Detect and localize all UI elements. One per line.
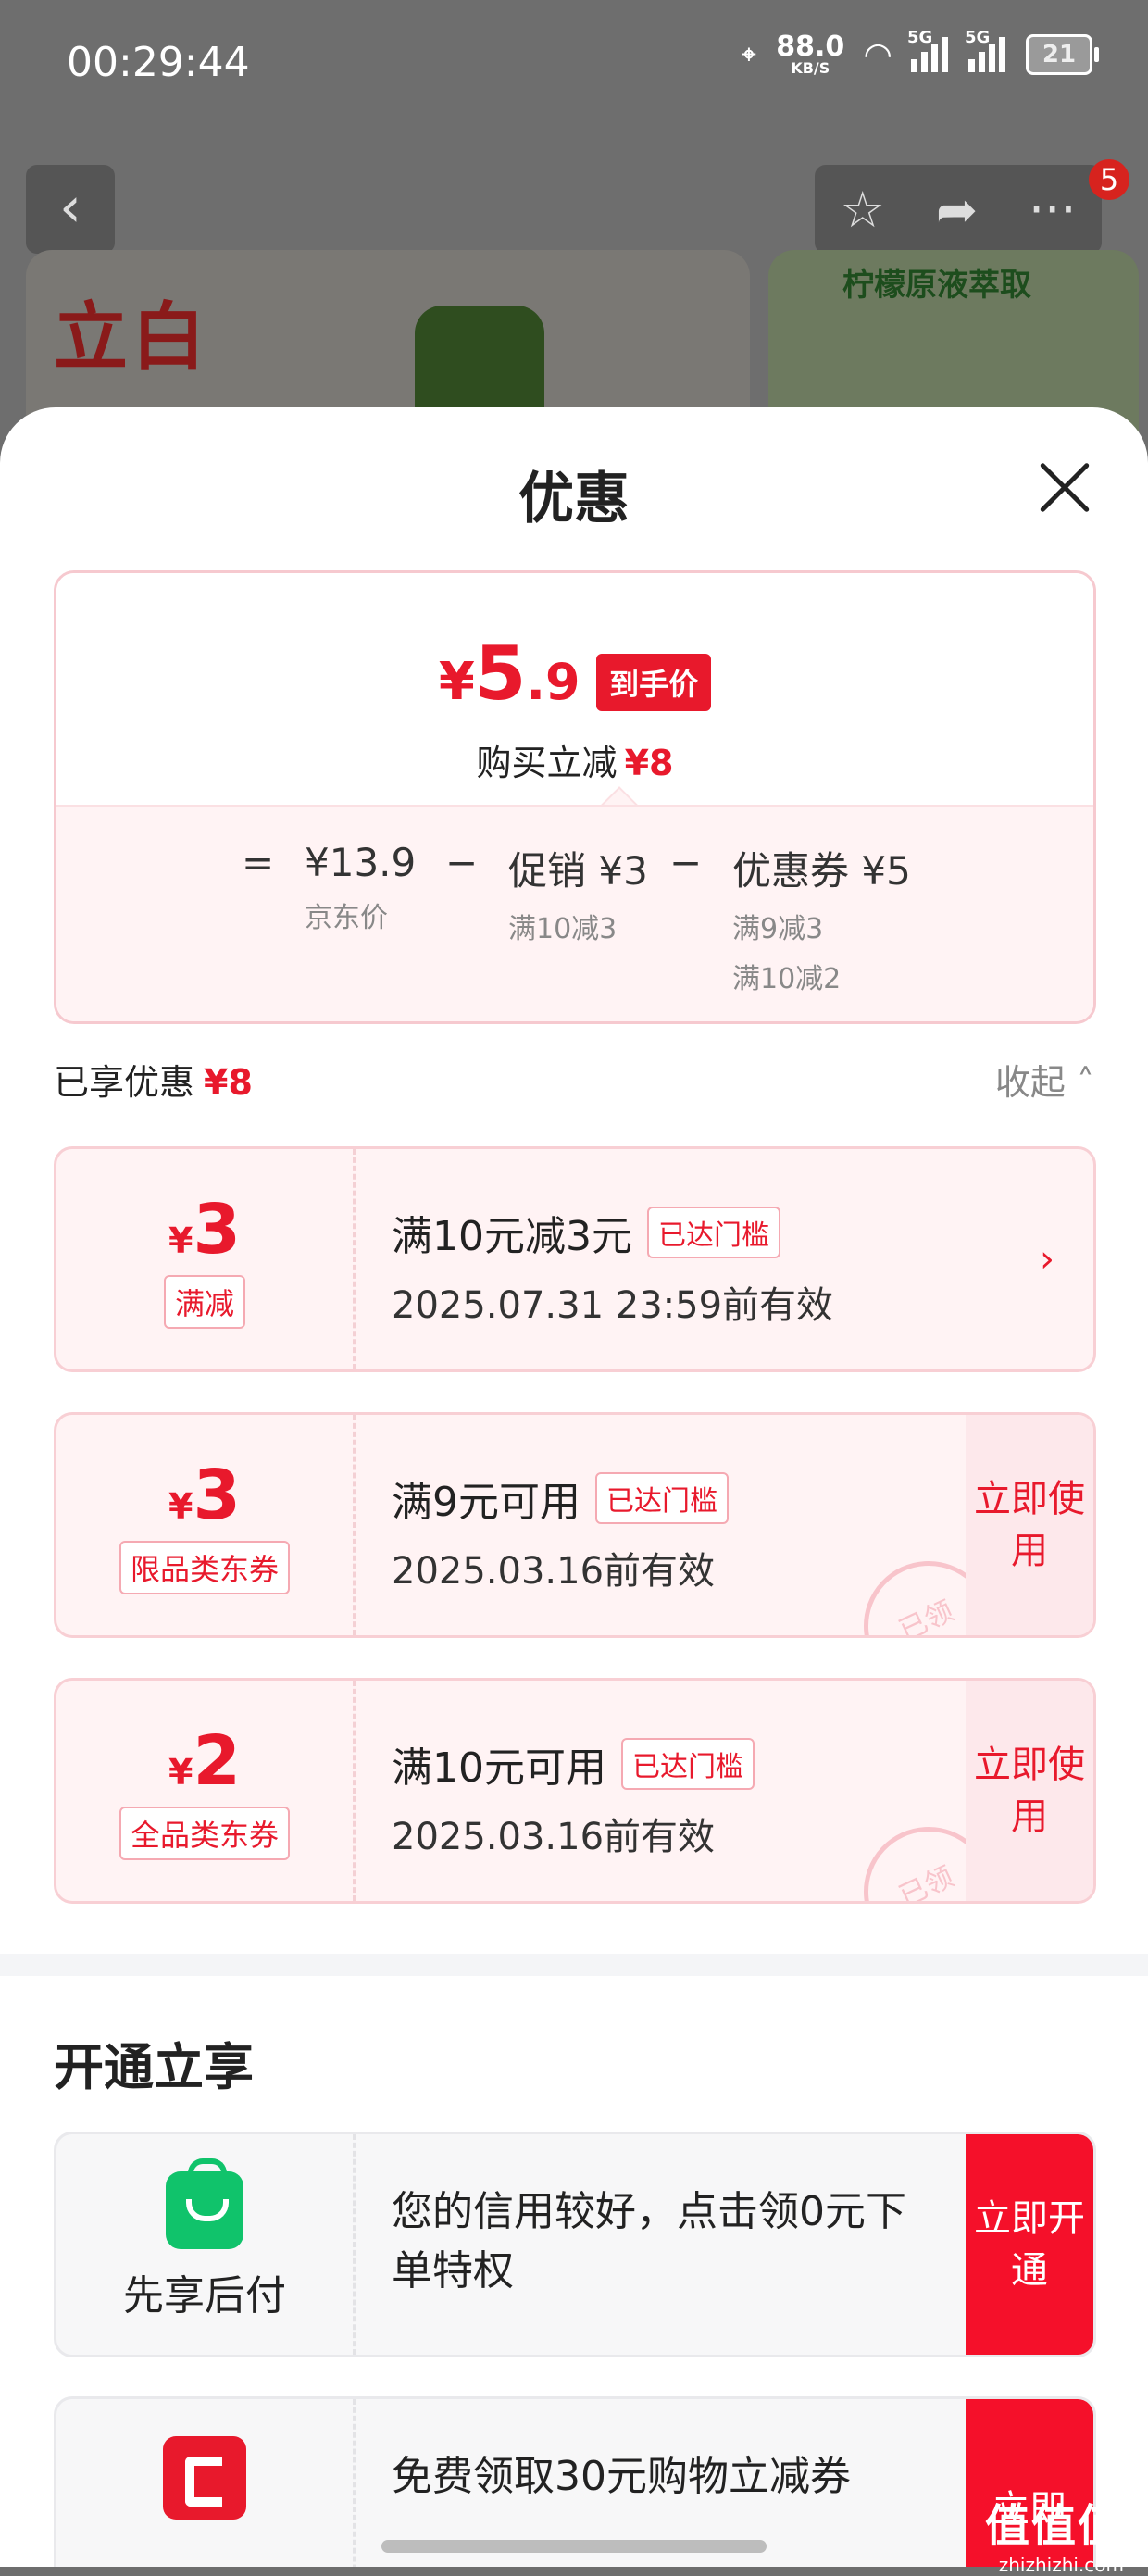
coupon-card: ¥2 全品类东券 满10元可用 已达门槛 2025.03.16前有效 已领 立即使… [54,1678,1096,1904]
home-indicator[interactable] [381,2540,767,2553]
signal-icon: 5G [907,28,948,72]
open-section-title: 开通立享 [54,2038,254,2096]
product-page-background: ‹ ☆ ➦ ··· 5 立白 柠檬原液萃取 [0,139,1148,528]
brand-logo: 立白 [54,294,209,381]
final-price-tag: 到手价 [596,653,712,711]
chevron-right-icon[interactable]: › [1040,1238,1054,1281]
coupon-amount: 优惠券 ¥5 满9减3 满10减2 [732,848,911,995]
coupon-type: 满减 [163,1275,245,1329]
equals-sign: = [242,840,275,885]
coupon-type: 限品类东券 [119,1541,290,1594]
wifi-icon: ◠ [865,35,891,74]
use-coupon-button[interactable]: 立即使用 [966,1415,1093,1635]
open-now-button[interactable]: 立即开通 [966,2134,1093,2355]
more-icon[interactable]: ··· [1029,181,1077,239]
minus-sign: − [669,840,703,885]
chevron-up-icon: ˄ [1077,1062,1094,1103]
coupon-validity: 2025.07.31 23:59前有效 [392,1284,834,1327]
card-label: 先享后付 [123,2272,286,2320]
threshold-badge: 已达门槛 [595,1472,729,1524]
collapse-button[interactable]: 收起 ˄ [995,1054,1094,1105]
watermark: 值值值 zhizhizhi.com [984,2500,1124,2576]
top-actions: ☆ ➦ ··· [815,165,1102,254]
enjoyed-discount: 已享优惠 ¥8 [54,1062,253,1103]
card-description: 免费领取30元购物立减券 [392,2453,851,2500]
sheet-title: 优惠 [518,467,630,531]
product2-title: 柠檬原液萃取 [842,267,1031,304]
share-icon[interactable]: ➦ [936,181,978,239]
card-description: 您的信用较好，点击领0元下单特权 [392,2188,906,2295]
discount-sheet: 优惠 ¥5.9 到手价 购买立减 ¥8 = ¥13.9 京东价 − 促销 ¥3 满… [0,407,1148,2567]
coupon-card[interactable]: ¥3 满减 满10元减3元 已达门槛 2025.07.31 23:59前有效 › [54,1146,1096,1372]
network-speed: 88.0 KB/S [776,31,845,77]
coupon-card: ¥3 限品类东券 满9元可用 已达门槛 2025.03.16前有效 已领 立即使用 [54,1412,1096,1638]
shopping-bag-icon [166,2158,243,2249]
battery-icon: 21 [1026,34,1099,75]
promo-amount: 促销 ¥3 满10减3 [508,848,648,945]
status-bar: 00:29:44 ⌖ 88.0 KB/S ◠ 5G 5G 21 [0,0,1148,139]
coupon-validity: 2025.03.16前有效 [392,1550,716,1593]
star-icon[interactable]: ☆ [840,181,884,239]
use-coupon-button[interactable]: 立即使用 [966,1681,1093,1901]
coupon-condition: 满9元可用 [392,1479,580,1526]
pay-later-card: 先享后付 您的信用较好，点击领0元下单特权 立即开通 [54,2132,1096,2357]
message-badge: 5 [1089,159,1129,200]
final-price: ¥5.9 到手价 [56,631,1093,724]
coupon-validity: 2025.03.16前有效 [392,1816,716,1858]
location-icon: ⌖ [742,40,756,69]
price-summary: ¥5.9 到手价 购买立减 ¥8 = ¥13.9 京东价 − 促销 ¥3 满10减… [54,570,1096,1024]
section-divider [0,1954,1148,1976]
close-icon[interactable] [1037,459,1092,515]
red-card-icon [163,2436,246,2520]
coupon-condition: 满10元可用 [392,1744,606,1792]
signal-icon: 5G [965,28,1005,72]
coupon-type: 全品类东券 [119,1807,290,1860]
threshold-badge: 已达门槛 [646,1207,780,1258]
clock: 00:29:44 [67,39,250,86]
threshold-badge: 已达门槛 [621,1738,755,1790]
minus-sign: − [445,840,479,885]
reduce-line: 购买立减 ¥8 [476,743,674,783]
back-button[interactable]: ‹ [26,165,115,254]
coupon-condition: 满10元减3元 [392,1213,632,1260]
jd-price: ¥13.9 京东价 [305,840,417,934]
